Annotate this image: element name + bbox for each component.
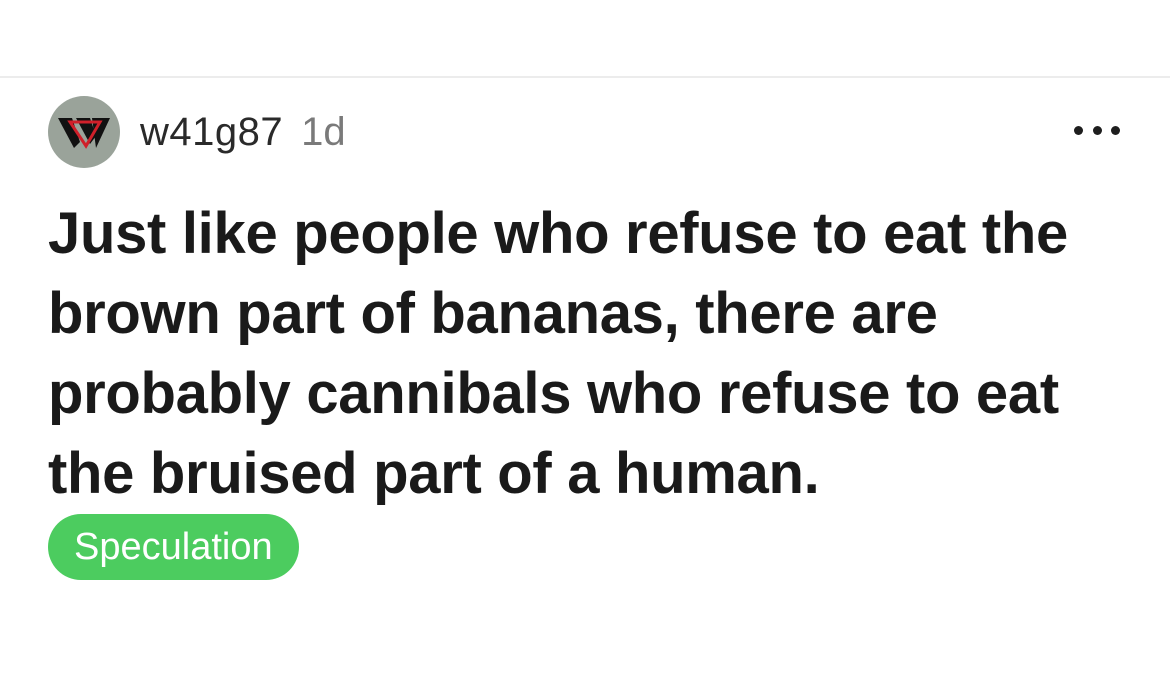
post-card[interactable]: w41g87 1d Just like people who refuse to… <box>0 78 1170 680</box>
post-header: w41g87 1d <box>48 96 346 168</box>
avatar[interactable] <box>48 96 120 168</box>
ellipsis-icon <box>1111 125 1120 135</box>
username[interactable]: w41g87 <box>140 110 283 155</box>
timestamp: 1d <box>301 109 346 154</box>
top-strip <box>0 0 1170 76</box>
ellipsis-icon <box>1092 125 1102 135</box>
ellipsis-icon <box>1074 125 1083 135</box>
more-options-button[interactable] <box>1074 118 1120 142</box>
page: w41g87 1d Just like people who refuse to… <box>0 0 1170 680</box>
post-text: Just like people who refuse to eat the b… <box>48 201 1068 506</box>
flair-badge[interactable]: Speculation <box>48 514 299 580</box>
w-logo-icon <box>58 118 110 149</box>
